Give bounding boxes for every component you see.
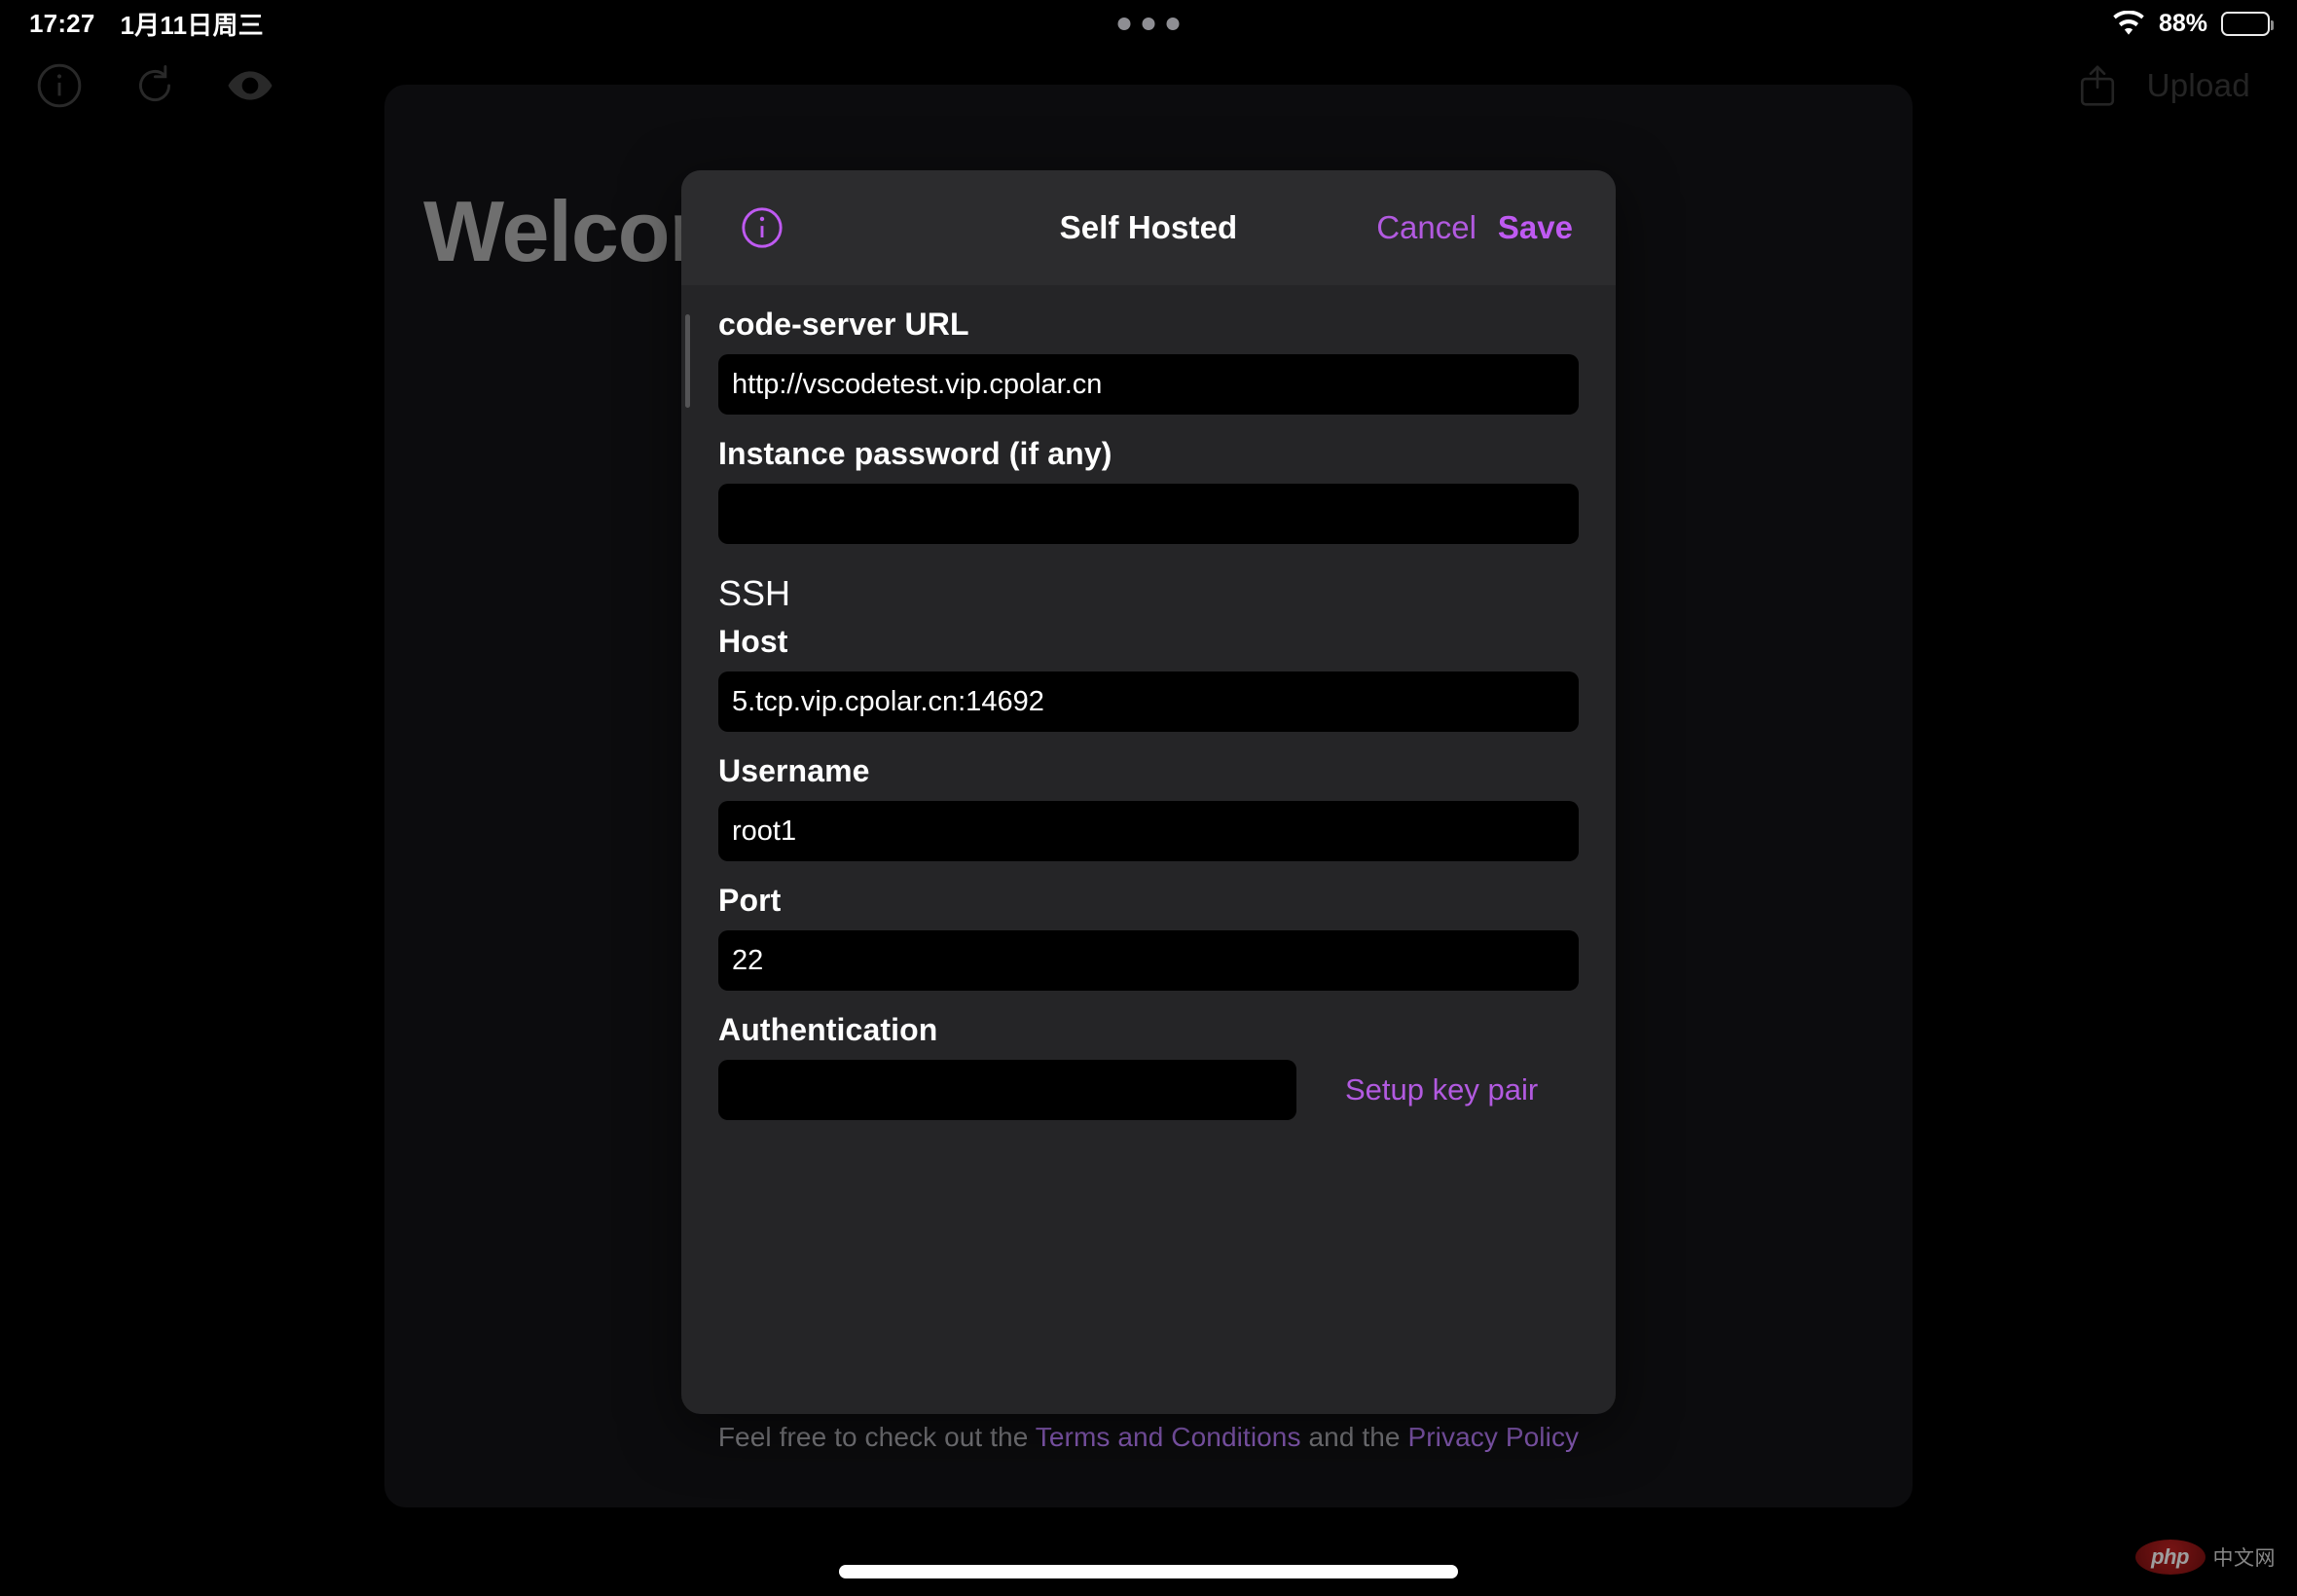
upload-button[interactable]: Upload	[2077, 63, 2250, 108]
legal-text: Feel free to check out the Terms and Con…	[384, 1422, 1913, 1453]
battery-icon	[2221, 11, 2274, 36]
modal-scrollbar[interactable]	[685, 314, 690, 408]
username-input[interactable]	[718, 801, 1579, 861]
wifi-icon	[2112, 11, 2145, 36]
self-hosted-modal: Self Hosted Cancel Save code-server URL …	[681, 170, 1616, 1414]
field-port: Port	[718, 883, 1579, 991]
save-button[interactable]: Save	[1498, 209, 1573, 246]
upload-label: Upload	[2146, 67, 2250, 103]
toolbar-icon-group	[35, 61, 274, 110]
privacy-link[interactable]: Privacy Policy	[1407, 1422, 1579, 1452]
dot-3	[1166, 17, 1180, 30]
authentication-label: Authentication	[718, 1012, 938, 1047]
status-bar-left: 17:27 1月11日周三	[29, 0, 264, 47]
field-authentication: Authentication Setup key pair	[718, 1012, 1579, 1120]
dot-2	[1142, 17, 1155, 30]
dot-1	[1117, 17, 1131, 30]
status-bar-right: 88%	[2112, 0, 2274, 47]
status-bar: 17:27 1月11日周三 88%	[0, 0, 2297, 47]
watermark: php 中文网	[2134, 1540, 2277, 1575]
field-host: Host	[718, 624, 1579, 732]
device-screen: Upload Welcome Feel free to check out th…	[0, 0, 2297, 1596]
reload-icon[interactable]	[130, 61, 179, 110]
status-date: 1月11日周三	[120, 10, 264, 40]
modal-header: Self Hosted Cancel Save	[681, 170, 1616, 285]
setup-key-pair-button[interactable]: Setup key pair	[1345, 1072, 1538, 1107]
modal-body: code-server URL Instance password (if an…	[681, 285, 1616, 1414]
authentication-row: Setup key pair	[718, 1060, 1579, 1120]
host-input[interactable]	[718, 671, 1579, 732]
upload-icon	[2077, 63, 2118, 108]
eye-icon[interactable]	[226, 61, 274, 110]
watermark-text: 中文网	[2212, 1547, 2276, 1570]
php-logo: php	[2134, 1540, 2206, 1575]
battery-percent: 88%	[2158, 9, 2207, 37]
legal-prefix: Feel free to check out the	[717, 1422, 1036, 1452]
authentication-input[interactable]	[718, 1060, 1296, 1120]
status-time: 17:27	[29, 8, 95, 38]
legal-middle: and the	[1300, 1422, 1408, 1452]
modal-actions: Cancel Save	[1376, 209, 1573, 246]
instance-password-label: Instance password (if any)	[718, 436, 1112, 471]
instance-password-input[interactable]	[718, 484, 1579, 544]
field-username: Username	[718, 753, 1579, 861]
username-label: Username	[718, 753, 870, 788]
code-server-url-label: code-server URL	[718, 307, 969, 342]
host-label: Host	[718, 624, 788, 659]
home-indicator[interactable]	[839, 1565, 1458, 1578]
code-server-url-input[interactable]	[718, 354, 1579, 415]
multitask-dots-icon[interactable]	[1117, 0, 1180, 47]
cancel-button[interactable]: Cancel	[1376, 209, 1477, 246]
port-input[interactable]	[718, 930, 1579, 991]
terms-link[interactable]: Terms and Conditions	[1036, 1422, 1301, 1452]
ssh-section-heading: SSH	[718, 573, 791, 613]
field-code-server-url: code-server URL	[718, 307, 1579, 415]
field-instance-password: Instance password (if any)	[718, 436, 1579, 544]
info-circle-icon[interactable]	[35, 61, 84, 110]
port-label: Port	[718, 883, 782, 918]
